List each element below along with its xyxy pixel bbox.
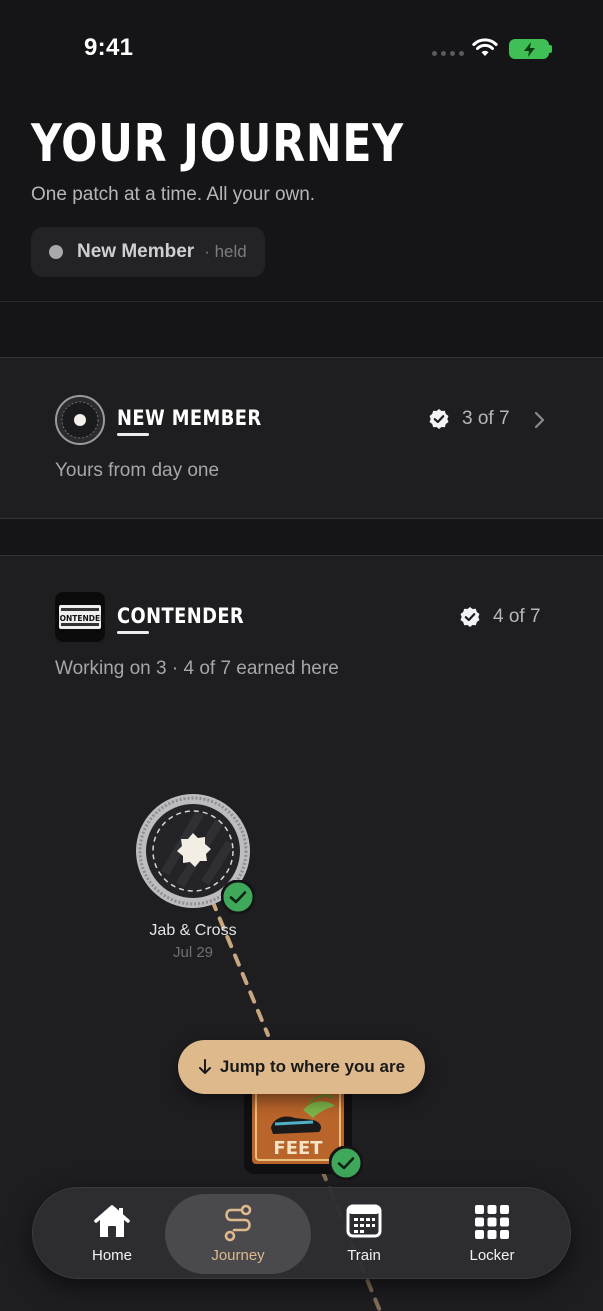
journey-node-date: Jul 29 <box>172 944 214 961</box>
tab-home[interactable]: Home <box>39 1194 185 1274</box>
jump-button-label: Jump to where you are <box>219 1057 406 1076</box>
earned-check-icon <box>329 1146 363 1180</box>
journey-node-label: Jab & Cross <box>149 922 237 939</box>
grid-icon <box>475 1205 509 1239</box>
jump-to-current-button[interactable]: Jump to where you are <box>178 1040 425 1094</box>
arrow-down-icon <box>198 1059 211 1074</box>
tab-label: Journey <box>211 1247 265 1264</box>
calendar-icon <box>346 1204 382 1238</box>
tab-train[interactable]: Train <box>291 1194 437 1274</box>
tab-bar: Home Journey Train Locker <box>32 1187 571 1279</box>
tab-locker[interactable]: Locker <box>419 1194 565 1274</box>
tab-label: Locker <box>469 1247 515 1264</box>
earned-check-icon <box>221 880 255 914</box>
feet-patch-text: FEET <box>273 1138 323 1159</box>
journey-path-icon <box>224 1204 252 1242</box>
home-icon <box>94 1205 130 1237</box>
tab-label: Train <box>347 1247 381 1264</box>
tab-journey[interactable]: Journey <box>165 1194 311 1274</box>
tab-label: Home <box>91 1247 132 1264</box>
